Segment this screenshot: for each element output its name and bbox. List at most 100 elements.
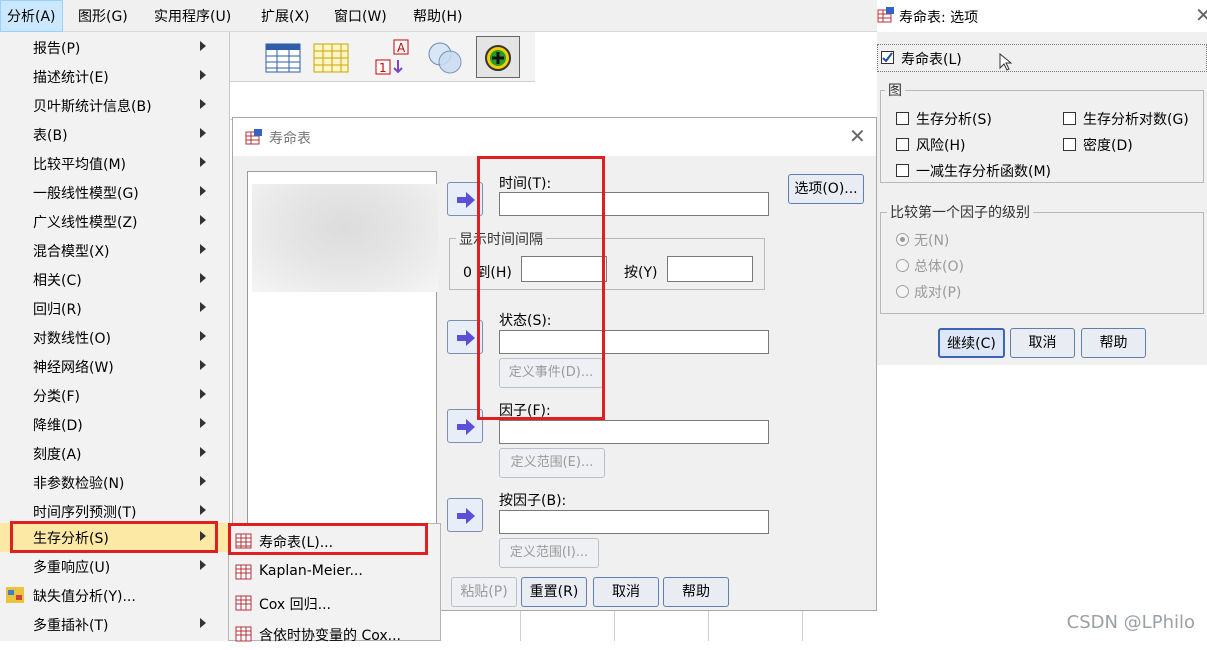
density-label: 密度(D): [1083, 138, 1133, 154]
menu-item-multiple-response[interactable]: 多重响应(U): [0, 552, 228, 581]
interval-by-field[interactable]: [667, 256, 753, 282]
menu-item-reports[interactable]: 报告(P): [0, 33, 228, 62]
submenu-item-cox-regression[interactable]: Cox 回归...: [229, 589, 440, 619]
interval-to-field[interactable]: [521, 256, 607, 282]
hazard-label: 风险(H): [916, 138, 966, 154]
menu-item-scale[interactable]: 刻度(A): [0, 439, 228, 468]
menu-extensions[interactable]: 扩展(X): [261, 6, 310, 26]
circles-icon[interactable]: [426, 38, 466, 78]
by-factor-field[interactable]: [499, 510, 769, 534]
submenu-arrow-icon: [200, 41, 206, 51]
options-button[interactable]: 选项(O)...: [788, 174, 864, 204]
menu-item-mixed-models[interactable]: 混合模型(X): [0, 236, 228, 265]
cancel-button[interactable]: 取消: [593, 577, 659, 607]
define-range-button-2[interactable]: 定义范围(I)...: [499, 538, 599, 568]
svg-text:A: A: [397, 41, 406, 55]
move-to-time-button[interactable]: [447, 182, 483, 216]
menu-item-glm[interactable]: 一般线性模型(G): [0, 178, 228, 207]
move-to-factor-button[interactable]: [447, 409, 483, 443]
menu-item-missing-value[interactable]: 缺失值分析(Y)...: [0, 581, 228, 610]
move-to-status-button[interactable]: [447, 320, 483, 354]
submenu-item-kaplan-meier[interactable]: Kaplan-Meier...: [229, 558, 440, 588]
menu-item-compare-means[interactable]: 比较平均值(M): [0, 149, 228, 178]
submenu-arrow-icon: [200, 273, 206, 283]
density-checkbox[interactable]: [1063, 138, 1076, 151]
grid-icon[interactable]: [312, 38, 352, 78]
menu-help[interactable]: 帮助(H): [413, 6, 462, 26]
sort-icon[interactable]: A1: [374, 38, 414, 78]
add-icon[interactable]: [476, 36, 520, 78]
submenu-arrow-icon: [200, 560, 206, 570]
menu-item-forecasting[interactable]: 时间序列预测(T): [0, 497, 228, 526]
menu-item-multiple-imputation[interactable]: 多重插补(T): [0, 610, 228, 639]
submenu-arrow-icon: [200, 186, 206, 196]
hazard-checkbox[interactable]: [896, 138, 909, 151]
log-survival-checkbox[interactable]: [1063, 112, 1076, 125]
submenu-item-cox-time-dependent[interactable]: 含依时协变量的 Cox...: [229, 620, 440, 650]
life-table-titlebar: 寿命表 ✕: [233, 118, 876, 156]
factor-label: 因子(F):: [499, 403, 551, 419]
menu-item-classify[interactable]: 分类(F): [0, 381, 228, 410]
menu-window[interactable]: 窗口(W): [334, 6, 387, 26]
define-event-button[interactable]: 定义事件(D)...: [499, 358, 603, 388]
move-to-by-factor-button[interactable]: [447, 498, 483, 532]
menu-item-nonparametric[interactable]: 非参数检验(N): [0, 468, 228, 497]
close-icon[interactable]: ✕: [849, 124, 866, 148]
options-cancel-button[interactable]: 取消: [1010, 328, 1075, 358]
survival-submenu: 寿命表(L)... Kaplan-Meier... Cox 回归... 含依时协…: [228, 523, 441, 644]
menu-item-correlate[interactable]: 相关(C): [0, 265, 228, 294]
one-minus-survival-checkbox[interactable]: [896, 164, 909, 177]
menu-item-bayesian[interactable]: 贝叶斯统计信息(B): [0, 91, 228, 120]
menu-utilities[interactable]: 实用程序(U): [154, 6, 231, 26]
options-title: 寿命表: 选项: [899, 10, 979, 26]
compare-none-radio[interactable]: [896, 233, 909, 246]
options-dialog-icon: [877, 7, 895, 23]
close-icon[interactable]: ✕: [1195, 3, 1207, 27]
menu-item-regression[interactable]: 回归(R): [0, 294, 228, 323]
define-range-button[interactable]: 定义范围(E)...: [499, 448, 605, 478]
menu-graphs[interactable]: 图形(G): [78, 6, 128, 26]
mouse-cursor-icon: [999, 53, 1013, 71]
submenu-arrow-icon: [200, 99, 206, 109]
menu-analyze[interactable]: 分析(A): [0, 0, 63, 32]
reset-button[interactable]: 重置(R): [521, 577, 587, 607]
survival-plot-checkbox[interactable]: [896, 112, 909, 125]
menu-item-survival[interactable]: 生存分析(S): [0, 523, 228, 552]
status-label: 状态(S):: [499, 313, 552, 329]
submenu-arrow-icon: [200, 505, 206, 515]
menu-item-tables[interactable]: 表(B): [0, 120, 228, 149]
life-table-checkbox-row[interactable]: 寿命表(L): [877, 44, 1207, 72]
paste-button[interactable]: 粘贴(P): [451, 577, 517, 607]
arrow-right-icon: [457, 192, 475, 208]
factor-field[interactable]: [499, 420, 769, 444]
continue-button[interactable]: 继续(C): [938, 328, 1005, 358]
kaplan-meier-icon: [235, 564, 253, 580]
menu-item-label: 神经网络(W): [33, 360, 114, 376]
compare-pairwise-radio[interactable]: [896, 285, 909, 298]
menu-item-loglinear[interactable]: 对数线性(O): [0, 323, 228, 352]
cox-time-dependent-icon: [235, 626, 253, 642]
watermark: CSDN @LPhilo: [1066, 612, 1195, 633]
checkmark-icon: [882, 52, 893, 63]
life-table-checkbox[interactable]: [881, 51, 894, 64]
menu-item-neural-networks[interactable]: 神经网络(W): [0, 352, 228, 381]
submenu-arrow-icon: [200, 331, 206, 341]
menu-item-generalized-linear[interactable]: 广义线性模型(Z): [0, 207, 228, 236]
svg-text:1: 1: [379, 61, 387, 75]
life-table-icon: [245, 129, 263, 145]
submenu-arrow-icon: [200, 531, 206, 541]
options-help-button[interactable]: 帮助: [1081, 328, 1146, 358]
table-icon[interactable]: [264, 38, 304, 78]
menu-item-label: 广义线性模型(Z): [33, 215, 138, 231]
menu-item-descriptive[interactable]: 描述统计(E): [0, 62, 228, 91]
menu-item-dimension-reduction[interactable]: 降维(D): [0, 410, 228, 439]
help-button[interactable]: 帮助: [663, 577, 729, 607]
compare-group-title: 比较第一个因子的级别: [887, 202, 1033, 222]
submenu-item-life-tables[interactable]: 寿命表(L)...: [229, 527, 440, 557]
time-field[interactable]: [499, 192, 769, 216]
status-field[interactable]: [499, 330, 769, 354]
compare-overall-radio[interactable]: [896, 259, 909, 272]
life-table-title: 寿命表: [269, 131, 311, 147]
menu-item-label: 表(B): [33, 128, 68, 144]
menu-item-label: 报告(P): [33, 41, 81, 57]
